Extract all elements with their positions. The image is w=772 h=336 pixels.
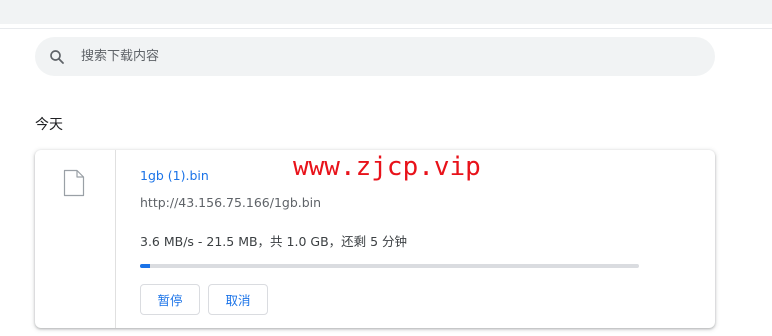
- download-progress-fill: [140, 264, 150, 268]
- file-url: http://43.156.75.166/1gb.bin: [140, 195, 322, 210]
- top-toolbar: [0, 0, 772, 24]
- file-icon: [63, 169, 85, 197]
- search-icon: [50, 50, 64, 64]
- date-heading: 今天: [35, 117, 63, 133]
- file-icon-column: [35, 150, 116, 328]
- download-progress-bar: [140, 264, 639, 268]
- file-name-link[interactable]: 1gb (1).bin: [140, 168, 209, 183]
- watermark-text: www.zjcp.vip: [293, 152, 481, 182]
- download-status: 3.6 MB/s - 21.5 MB，共 1.0 GB，还剩 5 分钟: [140, 234, 408, 249]
- divider: [0, 28, 772, 29]
- cancel-button[interactable]: 取消: [208, 284, 268, 315]
- pause-button[interactable]: 暂停: [140, 284, 200, 315]
- search-box[interactable]: [35, 37, 715, 76]
- download-item-card: 1gb (1).bin www.zjcp.vip http://43.156.7…: [35, 150, 715, 328]
- search-input[interactable]: [81, 37, 681, 76]
